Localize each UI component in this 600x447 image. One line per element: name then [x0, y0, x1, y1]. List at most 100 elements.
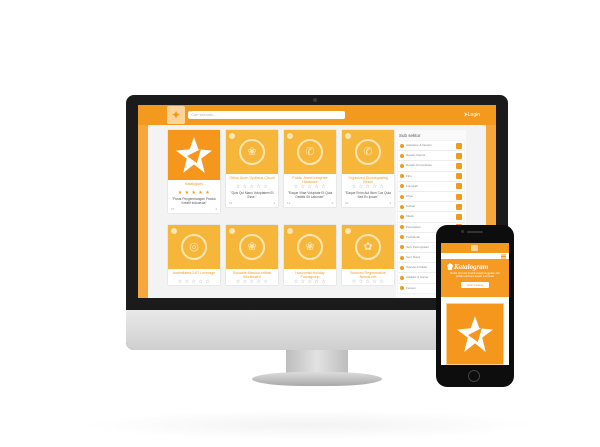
product-card[interactable]: ◎ Assimilated 24/7 Leverage ☆ ☆ ☆ ☆ ☆ [168, 225, 220, 285]
likes-count: 10 [345, 201, 349, 205]
product-card[interactable]: ❀ Horizontal Holiday Focusgroup ☆ ☆ ☆ ☆ … [284, 225, 336, 285]
product-icon: ✆ [297, 139, 323, 165]
category-icon [400, 235, 404, 240]
category-icon [400, 214, 404, 219]
card-title: Sociable Mission-critical Workboard [232, 271, 272, 279]
smartphone: Katalogram Media promosi produk kreatif … [436, 225, 514, 387]
desktop-header: ✦ Cari sesuatu... ⮞Login [138, 105, 496, 125]
home-button[interactable] [468, 370, 480, 382]
sidebar-item[interactable]: Film [398, 171, 464, 181]
likes-count: 12 [287, 201, 291, 205]
view-catalog-button[interactable]: Lihat Katalog [461, 282, 489, 288]
card-title: Assimilated 24/7 Leverage [172, 271, 216, 275]
product-card[interactable]: ✆ Organized Disintegrating Beam ☆ ☆ ☆ ☆ … [342, 130, 394, 207]
camera-icon [313, 98, 317, 102]
product-icon: ❀ [239, 139, 265, 165]
card-title: Organized Disintegrating Beam [348, 176, 388, 184]
sidebar-heading: Sub sektor [399, 133, 421, 138]
category-icon [229, 133, 235, 139]
product-card[interactable]: Katalogues ★ ★ ★ ★ ★ "Pusat Pengembangan… [168, 130, 220, 213]
katalogues-logo-icon [457, 316, 493, 352]
card-meta: 27 4 [168, 205, 220, 213]
card-meta: 12 4 [284, 199, 336, 207]
sidebar-item[interactable]: Musik [398, 212, 464, 222]
card-image [168, 130, 220, 180]
card-image: ✿ [342, 225, 394, 269]
card-title: Public Jewel Integrate Hardware [292, 176, 328, 184]
brand-mark-icon [447, 263, 453, 270]
card-title: Secured Regenerative Neural-net [350, 271, 386, 279]
brand-logo-icon[interactable]: ✦ [167, 106, 185, 124]
count-badge [456, 213, 462, 220]
category-icon [171, 228, 177, 234]
left-orange-strip [138, 125, 148, 298]
likes-count: 12 [229, 201, 233, 205]
mobile-header [441, 243, 509, 253]
brand-wordmark: Katalogram [447, 263, 488, 271]
category-icon [400, 163, 404, 168]
product-icon: ✆ [355, 139, 381, 165]
card-title: Othos Arum Sydheus Circuit [229, 176, 275, 180]
card-meta: 12 4 [226, 199, 278, 207]
category-icon [400, 225, 404, 230]
product-card[interactable]: ❀ Sociable Mission-critical Workboard ☆ … [226, 225, 278, 285]
hamburger-menu-icon[interactable] [501, 255, 506, 257]
sidebar-item[interactable]: Fotografi [398, 181, 464, 191]
count-badge [456, 152, 462, 159]
product-card[interactable]: ✿ Secured Regenerative Neural-net ☆ ☆ ☆ … [342, 225, 394, 285]
views-count: 4 [331, 201, 333, 205]
floor-reflection [80, 410, 540, 440]
card-description: "Quis Qui Manu Voluptatem Et Esse." [230, 191, 274, 199]
sidebar-item[interactable]: Kriya [398, 191, 464, 202]
card-image: ◎ [168, 225, 220, 269]
brand-logo-icon[interactable] [471, 245, 478, 251]
category-icon [400, 153, 404, 158]
card-description: "Eaque Enim Aut Illum Cus Quia Sed Ex Ip… [345, 191, 391, 199]
category-icon [400, 276, 404, 281]
category-icon [400, 204, 404, 209]
category-icon [400, 194, 404, 199]
count-badge [456, 162, 462, 169]
search-input[interactable]: Cari sesuatu... [188, 111, 345, 119]
product-icon: ❀ [297, 234, 323, 260]
likes-count: 27 [171, 207, 175, 211]
card-image: ❀ [226, 130, 278, 174]
category-icon [400, 174, 404, 179]
sidebar-item[interactable]: Kuliner [398, 202, 464, 212]
hero-tagline: Media promosi produk kreatif unggulan da… [450, 272, 500, 278]
card-image: ✆ [342, 130, 394, 174]
count-badge [456, 203, 462, 210]
sidebar-item[interactable]: Arsitektur & Desain [398, 141, 464, 151]
monitor-stand-foot [252, 372, 382, 386]
category-icon [345, 133, 351, 139]
category-icon [287, 228, 293, 234]
product-icon: ❀ [239, 234, 265, 260]
product-card[interactable]: ✆ Public Jewel Integrate Hardware ☆ ☆ ☆ … [284, 130, 336, 207]
count-badge [456, 183, 462, 190]
card-description: "Pusat Pengembangan Produk Kreatif Indon… [172, 197, 216, 205]
views-count: 4 [389, 201, 391, 205]
product-card[interactable]: ❀ Othos Arum Sydheus Circuit ☆ ☆ ☆ ☆ ☆ "… [226, 130, 278, 207]
rating-stars: ☆ ☆ ☆ ☆ ☆ [293, 279, 327, 285]
front-camera-icon [461, 230, 464, 233]
login-link[interactable]: ⮞Login [464, 110, 480, 120]
rating-stars: ☆ ☆ ☆ ☆ ☆ [235, 279, 269, 285]
card-image: ❀ [284, 225, 336, 269]
card-image: ✆ [284, 130, 336, 174]
category-icon [400, 265, 404, 270]
count-badge [456, 173, 462, 180]
category-icon [345, 228, 351, 234]
featured-card[interactable] [446, 303, 504, 365]
count-badge [456, 142, 462, 149]
mobile-hero: Katalogram Media promosi produk kreatif … [441, 259, 509, 297]
mobile-screen: Katalogram Media promosi produk kreatif … [441, 243, 509, 365]
card-title: Horizontal Holiday Focusgroup [295, 271, 325, 279]
katalogues-logo-icon [176, 137, 212, 173]
category-icon [400, 245, 404, 250]
speaker-grille [467, 231, 483, 233]
card-description: "Eaque Vitae Voluptate Et Quia Debitis S… [287, 191, 333, 199]
sidebar-item[interactable]: Desain Komunikasi [398, 161, 464, 171]
rating-stars: ☆ ☆ ☆ ☆ ☆ [177, 279, 211, 285]
category-icon [400, 286, 404, 291]
sidebar-item[interactable]: Desain Interior [398, 151, 464, 161]
